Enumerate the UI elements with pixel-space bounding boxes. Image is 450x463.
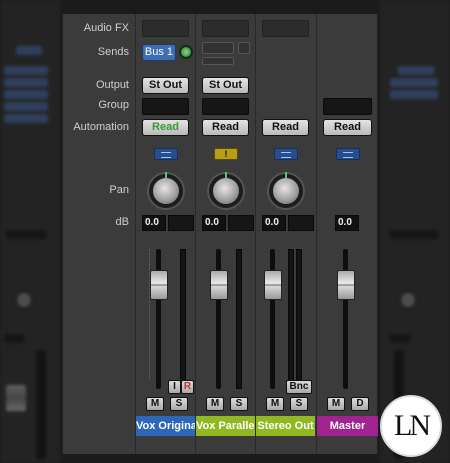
channel-strip-master: Read 0.0 M D Master (316, 14, 378, 454)
background-mixer-left (0, 0, 60, 463)
level-meter-left (288, 249, 294, 389)
solo-button[interactable]: S (170, 397, 188, 411)
pan-knob[interactable] (269, 172, 303, 208)
volume-fader-handle[interactable] (337, 270, 355, 300)
peak-readout (288, 215, 314, 231)
audio-fx-label: Audio FX (83, 22, 129, 34)
output-label: Output (95, 79, 129, 91)
mute-button[interactable]: M (327, 397, 345, 411)
solo-button[interactable]: S (290, 397, 308, 411)
pan-label: Pan (109, 184, 129, 196)
dim-button[interactable]: D (351, 397, 369, 411)
level-meter-right (296, 249, 302, 389)
peak-readout (168, 215, 194, 231)
group-slot[interactable] (142, 98, 189, 115)
audio-fx-slot[interactable] (142, 20, 189, 37)
channel-name[interactable]: Vox Parallel (196, 416, 255, 436)
volume-readout: 0.0 (262, 215, 286, 231)
automation-label: Automation (73, 121, 129, 133)
channel-name[interactable]: Master (317, 416, 378, 436)
audio-fx-slot[interactable] (262, 20, 309, 37)
send-slot-knob[interactable] (238, 42, 250, 54)
peak-readout (228, 215, 254, 231)
volume-fader-handle[interactable] (210, 270, 228, 300)
audio-fx-slot[interactable] (202, 20, 249, 37)
mute-button[interactable]: M (206, 397, 224, 411)
channel-name[interactable]: Vox Original (136, 416, 195, 436)
send-level-knob-icon[interactable] (179, 45, 193, 59)
volume-fader-handle[interactable] (264, 270, 282, 300)
alert-icon[interactable]: ! (214, 148, 238, 160)
pan-knob[interactable] (209, 172, 243, 208)
send-bus-button[interactable]: Bus 1 (142, 44, 176, 61)
channel-name[interactable]: Stereo Out (256, 416, 315, 436)
channel-strip-stereo-out: Read 0.0 Bnc M S Stereo Out (255, 14, 315, 454)
send-slot[interactable] (202, 57, 234, 65)
row-labels: Audio FX Sends Output Group Automation P… (63, 14, 135, 454)
level-meter (180, 249, 186, 389)
sends-label: Sends (97, 46, 129, 58)
record-enable-button[interactable]: R (181, 380, 194, 394)
link-icon[interactable] (336, 148, 360, 160)
input-monitor-button[interactable]: I (168, 380, 181, 394)
group-label: Group (98, 99, 129, 111)
channel-strip-vox-parallel: St Out Read ! 0.0 M S Vox Parallel (195, 14, 255, 454)
mute-button[interactable]: M (266, 397, 284, 411)
automation-button[interactable]: Read (323, 119, 372, 136)
send-slot[interactable] (202, 42, 234, 54)
output-button[interactable]: St Out (202, 77, 249, 94)
link-icon[interactable] (154, 148, 178, 160)
level-meter (236, 249, 242, 389)
solo-button[interactable]: S (230, 397, 248, 411)
group-slot[interactable] (323, 98, 372, 115)
db-label: dB (115, 216, 129, 228)
automation-button[interactable]: Read (142, 119, 189, 136)
pan-knob[interactable] (149, 172, 183, 208)
output-button[interactable]: St Out (142, 77, 189, 94)
mute-button[interactable]: M (146, 397, 164, 411)
group-slot[interactable] (202, 98, 249, 115)
automation-button[interactable]: Read (202, 119, 249, 136)
volume-readout: 0.0 (142, 215, 166, 231)
channel-strip-vox-original: Bus 1 St Out Read 0.0 I R M S Vox Origin… (135, 14, 195, 454)
mixer-panel: Audio FX Sends Output Group Automation P… (62, 14, 378, 454)
watermark-logo: LN (380, 395, 442, 457)
fader-scale (138, 249, 150, 379)
link-icon[interactable] (274, 148, 298, 160)
automation-button[interactable]: Read (262, 119, 309, 136)
background-mixer-right (380, 0, 450, 463)
bounce-button[interactable]: Bnc (286, 380, 312, 394)
volume-readout: 0.0 (335, 215, 359, 231)
volume-fader-handle[interactable] (150, 270, 168, 300)
volume-readout: 0.0 (202, 215, 226, 231)
